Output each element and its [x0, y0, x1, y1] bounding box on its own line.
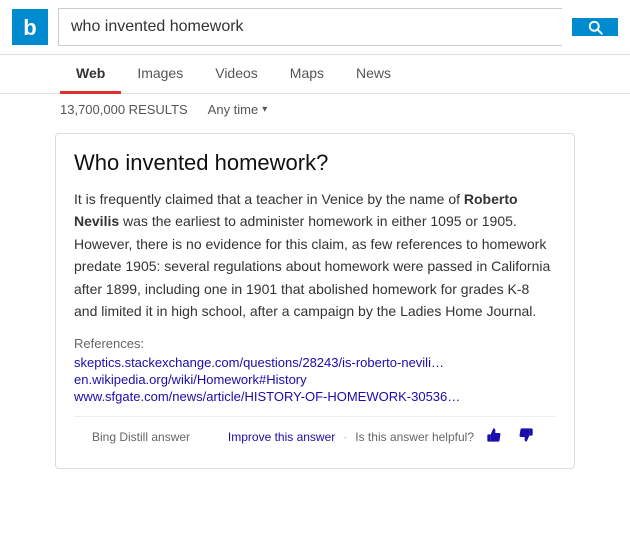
search-button[interactable] — [572, 18, 618, 36]
footer-separator: · — [343, 430, 347, 444]
search-bar: who invented homework — [58, 8, 562, 46]
answer-intro-text: It is frequently claimed that a teacher … — [74, 191, 464, 207]
answer-title: Who invented homework? — [74, 150, 556, 176]
helpful-label: Is this answer helpful? — [355, 430, 474, 444]
time-filter-dropdown[interactable]: Any time ▾ — [208, 102, 268, 117]
results-meta: 13,700,000 RESULTS Any time ▾ — [0, 94, 630, 125]
reference-link-1[interactable]: skeptics.stackexchange.com/questions/282… — [74, 355, 556, 370]
results-count: 13,700,000 RESULTS — [60, 102, 188, 117]
thumbs-down-icon — [518, 427, 534, 443]
answer-card: Who invented homework? It is frequently … — [55, 133, 575, 469]
answer-body: It is frequently claimed that a teacher … — [74, 188, 556, 322]
nav-tabs: Web Images Videos Maps News — [0, 55, 630, 94]
tab-maps[interactable]: Maps — [274, 55, 340, 94]
header: b who invented homework — [0, 0, 630, 55]
reference-link-2[interactable]: en.wikipedia.org/wiki/Homework#History — [74, 372, 556, 387]
time-filter-label: Any time — [208, 102, 259, 117]
references-label: References: — [74, 336, 556, 351]
tab-web[interactable]: Web — [60, 55, 121, 94]
search-input[interactable]: who invented homework — [59, 9, 562, 45]
chevron-down-icon: ▾ — [262, 104, 267, 115]
improve-answer-link[interactable]: Improve this answer — [228, 430, 335, 444]
search-icon — [586, 18, 604, 36]
svg-text:b: b — [23, 15, 36, 40]
thumbs-up-icon — [486, 427, 502, 443]
footer-actions: Improve this answer · Is this answer hel… — [228, 425, 538, 448]
tab-videos[interactable]: Videos — [199, 55, 274, 94]
tab-news[interactable]: News — [340, 55, 407, 94]
distill-label: Bing Distill answer — [92, 430, 190, 444]
card-footer: Bing Distill answer Improve this answer … — [74, 416, 556, 456]
bing-logo-icon: b — [12, 9, 48, 45]
answer-bold1: Roberto — [464, 191, 518, 207]
tab-images[interactable]: Images — [121, 55, 199, 94]
answer-body3: was the earliest to administer homework … — [74, 213, 550, 319]
answer-bold2: Nevilis — [74, 213, 119, 229]
thumbs-up-button[interactable] — [482, 425, 506, 448]
thumbs-down-button[interactable] — [514, 425, 538, 448]
reference-link-3[interactable]: www.sfgate.com/news/article/HISTORY-OF-H… — [74, 389, 556, 404]
